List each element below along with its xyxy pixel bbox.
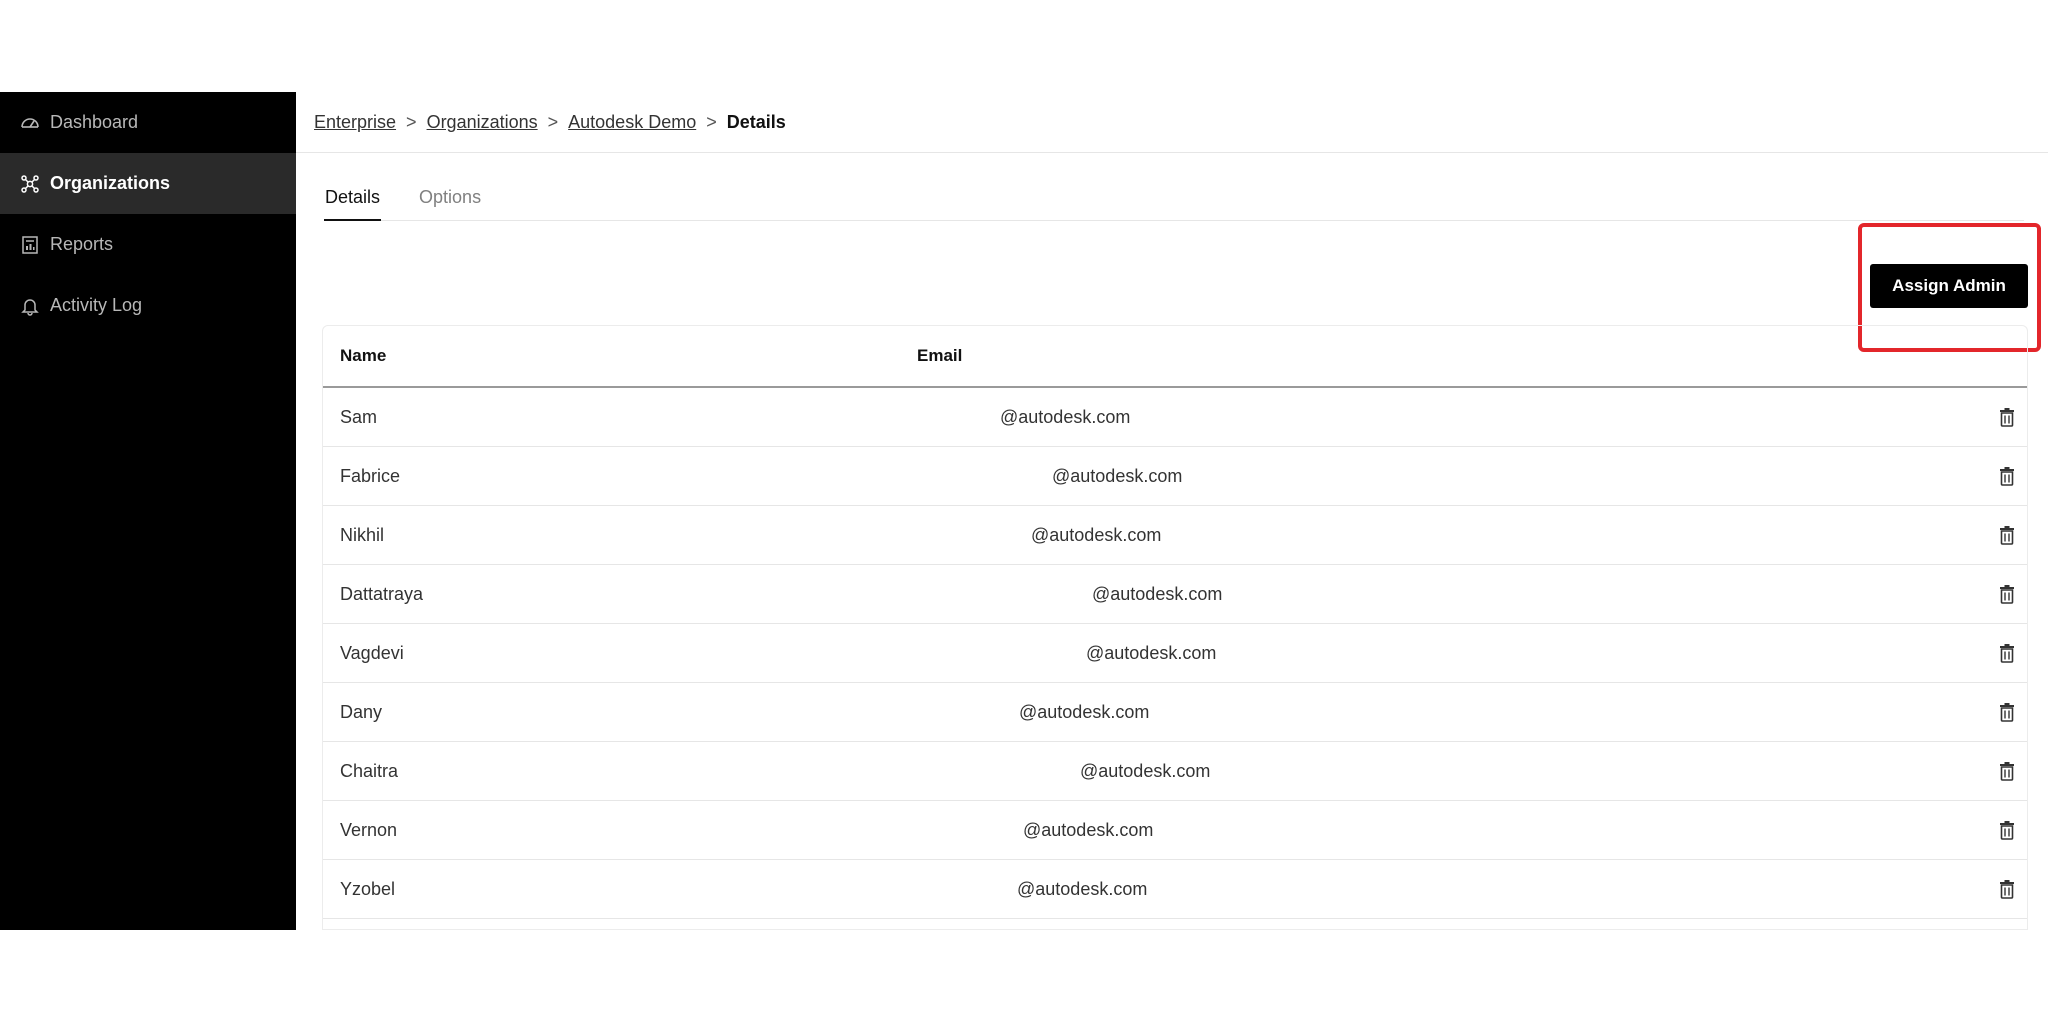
sidebar-item-organizations[interactable]: Organizations (0, 153, 296, 214)
table-row: Fabrice @autodesk.com (323, 447, 2027, 506)
table-header: Name Email (323, 326, 2027, 388)
row-email: @autodesk.com (1017, 879, 1148, 899)
row-email: @autodesk.com (1023, 820, 1154, 840)
row-name: Yzobel (340, 879, 396, 899)
table-row: Yzobel @autodesk.com (323, 860, 2027, 919)
sidebar-item-label: Dashboard (50, 112, 139, 132)
header-divider (296, 152, 2048, 153)
table-row: Nikhil @autodesk.com (323, 506, 2027, 565)
trash-icon[interactable] (1996, 760, 2018, 782)
table-row: Vernon @autodesk.com (323, 801, 2027, 860)
row-name: Fabrice (340, 466, 401, 486)
row-email: @autodesk.com (1052, 466, 1183, 486)
column-header-email: Email (917, 346, 963, 365)
sidebar-item-dashboard[interactable]: Dashboard (0, 92, 296, 153)
breadcrumb-current: Details (726, 111, 786, 132)
breadcrumb-autodesk-demo[interactable]: Autodesk Demo (568, 112, 696, 133)
breadcrumb: Enterprise > Organizations > Autodesk De… (314, 92, 786, 152)
row-email: @autodesk.com (1000, 407, 1131, 427)
trash-icon[interactable] (1996, 465, 2018, 487)
breadcrumb-enterprise[interactable]: Enterprise (314, 112, 396, 133)
tab-details[interactable]: Details (324, 184, 382, 221)
row-email: @autodesk.com (1086, 643, 1217, 663)
sidebar-item-reports[interactable]: Reports (0, 214, 296, 275)
row-name: Nikhil (340, 525, 385, 545)
row-email: @autodesk.com (1031, 525, 1162, 545)
trash-icon[interactable] (1996, 878, 2018, 900)
main-content: Enterprise > Organizations > Autodesk De… (296, 92, 2048, 930)
admins-table: Name Email Sam @autodesk.com Fabrice @au… (322, 325, 2028, 930)
reports-icon (20, 235, 40, 255)
row-name: Sam (340, 407, 378, 427)
trash-icon[interactable] (1996, 701, 2018, 723)
row-name: Vagdevi (340, 643, 404, 663)
sidebar-item-label: Reports (50, 234, 114, 254)
breadcrumb-organizations[interactable]: Organizations (427, 112, 538, 133)
tab-options[interactable]: Options (419, 184, 481, 221)
row-name: Dany (340, 702, 383, 722)
row-name: Dattatraya (340, 584, 424, 604)
table-row: Dattatraya @autodesk.com (323, 565, 2027, 624)
trash-icon[interactable] (1996, 583, 2018, 605)
tab-bar: Details Options (324, 184, 2024, 221)
breadcrumb-separator: > (706, 111, 717, 132)
row-email: @autodesk.com (1019, 702, 1150, 722)
dashboard-icon (20, 113, 40, 133)
breadcrumb-separator: > (406, 111, 417, 132)
trash-icon[interactable] (1996, 819, 2018, 841)
table-row: Vagdevi @autodesk.com (323, 624, 2027, 683)
sidebar-item-activity-log[interactable]: Activity Log (0, 275, 296, 336)
table-row: Sam @autodesk.com (323, 388, 2027, 447)
column-header-name: Name (340, 346, 387, 365)
table-row: Chaitra @autodesk.com (323, 742, 2027, 801)
sidebar: Dashboard Organizations Reports Activity… (0, 92, 296, 930)
sidebar-item-label: Activity Log (50, 295, 143, 315)
organizations-icon (20, 174, 40, 194)
sidebar-item-label: Organizations (50, 173, 171, 193)
assign-admin-button[interactable]: Assign Admin (1870, 264, 2028, 308)
row-name: Chaitra (340, 761, 399, 781)
breadcrumb-separator: > (547, 111, 559, 132)
trash-icon[interactable] (1996, 406, 2018, 428)
bell-icon (20, 296, 40, 316)
trash-icon[interactable] (1996, 642, 2018, 664)
row-email: @autodesk.com (1080, 761, 1211, 781)
table-row: Dany @autodesk.com (323, 683, 2027, 742)
row-email: @autodesk.com (1092, 584, 1223, 604)
trash-icon[interactable] (1996, 524, 2018, 546)
row-name: Vernon (340, 820, 398, 840)
